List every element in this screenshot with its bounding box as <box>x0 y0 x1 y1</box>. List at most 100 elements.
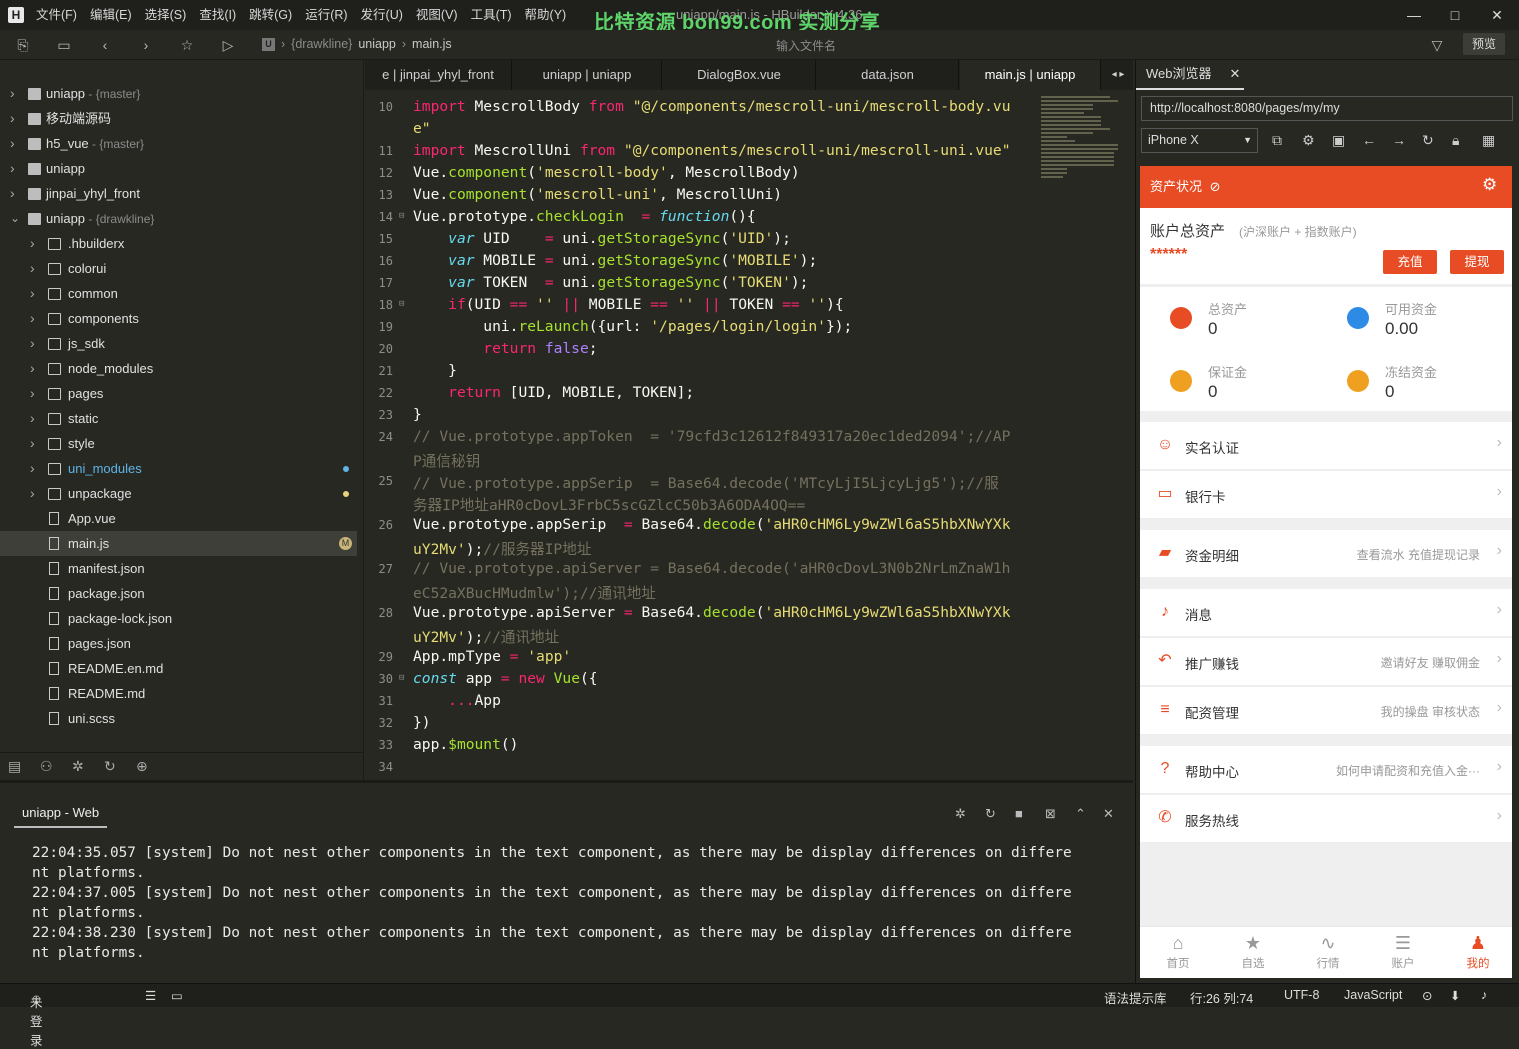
restart-icon[interactable]: ↻ <box>985 806 996 822</box>
code-line[interactable]: Vue.component('mescroll-body', MescrollB… <box>413 164 800 181</box>
editor-tab[interactable]: e | jinpai_yhyl_front <box>365 60 512 90</box>
menu-item[interactable]: 帮助(Y) <box>525 0 567 30</box>
devtools-icon[interactable]: ▣ <box>1332 132 1345 149</box>
code-line[interactable]: ...App <box>413 692 501 709</box>
language-label[interactable]: JavaScript <box>1344 988 1402 1002</box>
tree-item[interactable]: › uniapp <box>0 156 357 181</box>
tree-item[interactable]: › colorui <box>0 256 357 281</box>
code-line[interactable]: const app = new Vue({ <box>413 670 598 687</box>
refresh-icon[interactable]: ↻ <box>1422 132 1434 149</box>
chevron-right-icon[interactable]: › <box>30 256 35 281</box>
code-line[interactable]: uY2Mv');//通讯地址 <box>413 626 559 647</box>
menu-item[interactable]: 查找(I) <box>199 0 236 30</box>
url-input[interactable]: http://localhost:8080/pages/my/my <box>1141 96 1513 121</box>
chevron-right-icon[interactable]: › <box>30 431 35 456</box>
minimap[interactable] <box>1041 96 1127 216</box>
tree-item[interactable]: › common <box>0 281 357 306</box>
minimize-button[interactable]: — <box>1394 0 1434 30</box>
chevron-right-icon[interactable]: › <box>30 281 35 306</box>
menu-item[interactable]: 工具(T) <box>471 0 512 30</box>
code-line[interactable]: }) <box>413 714 431 731</box>
collapse-icon[interactable]: ⌃ <box>1075 806 1086 822</box>
menu-item[interactable]: 编辑(E) <box>90 0 132 30</box>
menu-item[interactable]: 跳转(G) <box>249 0 292 30</box>
filter-icon[interactable]: ▽ <box>1428 36 1446 54</box>
tab-bar-item[interactable]: ∿ 行情 <box>1298 931 1358 971</box>
download-icon[interactable]: ⬇ <box>1450 988 1460 1003</box>
editor-tab[interactable]: DialogBox.vue <box>663 60 816 90</box>
debug-toggle-icon[interactable]: ✲ <box>955 806 966 822</box>
gear-icon[interactable]: ⚙ <box>1482 176 1500 194</box>
tree-item[interactable]: package.json <box>0 581 357 606</box>
tree-item[interactable]: uni.scss <box>0 706 357 731</box>
editor-tab[interactable]: uniapp | uniapp <box>513 60 662 90</box>
run-icon[interactable]: ▷ <box>219 36 237 54</box>
browser-forward-icon[interactable]: → <box>1392 132 1406 148</box>
code-line[interactable]: import MescrollBody from "@/components/m… <box>413 98 1011 115</box>
code-line[interactable]: return [UID, MOBILE, TOKEN]; <box>413 384 694 401</box>
tree-item[interactable]: package-lock.json <box>0 606 357 631</box>
tree-item[interactable]: › jinpai_yhyl_front <box>0 181 357 206</box>
menu-row[interactable]: ▰ 资金明细 查看流水 充值提现记录 › <box>1140 530 1512 578</box>
code-line[interactable]: Vue.prototype.checkLogin = function(){ <box>413 208 756 225</box>
forward-icon[interactable]: › <box>137 36 155 54</box>
tree-item[interactable]: › unpackage <box>0 481 357 506</box>
menu-row[interactable]: ♪ 消息 › <box>1140 589 1512 637</box>
close-tab-icon[interactable]: ✕ <box>1230 66 1241 81</box>
menu-item[interactable]: 文件(F) <box>36 0 77 30</box>
tab-bar-item[interactable]: ★ 自选 <box>1223 931 1283 971</box>
menu-item[interactable]: 视图(V) <box>416 0 458 30</box>
stop-icon[interactable]: ■ <box>1015 806 1023 821</box>
menu-row[interactable]: ▭ 银行卡 › <box>1140 471 1512 519</box>
code-line[interactable]: uY2Mv');//服务器IP地址 <box>413 538 591 559</box>
tree-item[interactable]: › js_sdk <box>0 331 357 356</box>
tree-item[interactable]: manifest.json <box>0 556 357 581</box>
browser-back-icon[interactable]: ← <box>1362 132 1376 148</box>
menu-row[interactable]: ? 帮助中心 如何申请配资和充值入金··· › <box>1140 746 1512 794</box>
chevron-right-icon[interactable]: › <box>10 81 15 106</box>
chevron-right-icon[interactable]: › <box>30 381 35 406</box>
rotate-icon[interactable]: ⧉ <box>1272 132 1282 149</box>
editor-tab[interactable]: data.json <box>817 60 959 90</box>
tree-item[interactable]: README.md <box>0 681 357 706</box>
cursor-position[interactable]: 行:26 列:74 <box>1190 988 1253 1007</box>
recharge-button[interactable]: 充值 <box>1383 250 1437 274</box>
qr-code-icon[interactable]: ▦ <box>1482 132 1495 149</box>
git-icon[interactable]: ↻ <box>104 758 116 775</box>
tree-item[interactable]: › static <box>0 406 357 431</box>
chevron-right-icon[interactable]: › <box>30 406 35 431</box>
code-line[interactable]: Vue.component('mescroll-uni', MescrollUn… <box>413 186 782 203</box>
code-line[interactable]: var UID = uni.getStorageSync('UID'); <box>413 230 791 247</box>
chevron-right-icon[interactable]: › <box>30 331 35 356</box>
tab-bar-item[interactable]: ☰ 账户 <box>1373 931 1433 971</box>
code-line[interactable]: // Vue.prototype.appSerip = Base64.decod… <box>413 472 999 493</box>
tree-item[interactable]: › uni_modules <box>0 456 357 481</box>
menu-row[interactable]: ↶ 推广赚钱 邀请好友 赚取佣金 › <box>1140 638 1512 686</box>
star-icon[interactable]: ☆ <box>178 36 196 54</box>
menu-item[interactable]: 运行(R) <box>305 0 347 30</box>
tree-item[interactable]: › node_modules <box>0 356 357 381</box>
explorer-icon[interactable]: ▤ <box>8 758 21 775</box>
save-icon[interactable]: ▭ <box>55 36 73 54</box>
console-tab[interactable]: uniapp - Web <box>14 805 108 828</box>
withdraw-button[interactable]: 提现 <box>1450 250 1504 274</box>
code-line[interactable]: Vue.prototype.appSerip = Base64.decode('… <box>413 516 1011 533</box>
code-line[interactable]: var MOBILE = uni.getStorageSync('MOBILE'… <box>413 252 817 269</box>
tree-item[interactable]: › 移动端源码 <box>0 106 357 131</box>
plugin-icon[interactable]: ⊕ <box>136 758 148 775</box>
chevron-right-icon[interactable]: › <box>10 156 15 181</box>
tree-item[interactable]: App.vue <box>0 506 357 531</box>
chevron-down-icon[interactable]: ⌄ <box>10 206 20 231</box>
code-line[interactable]: 务器IP地址aHR0cDovL3FrbC5scGZlcC50b3A6ODA4OQ… <box>413 494 805 515</box>
preview-button[interactable]: 预览 <box>1463 33 1505 55</box>
terminal-icon[interactable]: ▭ <box>171 988 183 1003</box>
device-select[interactable]: iPhone X ▼ <box>1141 128 1258 153</box>
close-window-button[interactable]: ✕ <box>1477 0 1517 30</box>
menu-item[interactable]: 选择(S) <box>145 0 187 30</box>
binoculars-icon[interactable]: ⚇ <box>40 758 53 775</box>
code-editor[interactable]: 10 import MescrollBody from "@/components… <box>365 90 1133 780</box>
menu-row[interactable]: ✆ 服务热线 › <box>1140 795 1512 843</box>
fold-icon[interactable]: ⊟ <box>399 211 404 221</box>
chevron-right-icon[interactable]: › <box>10 181 15 206</box>
chevron-right-icon[interactable]: › <box>30 231 35 256</box>
